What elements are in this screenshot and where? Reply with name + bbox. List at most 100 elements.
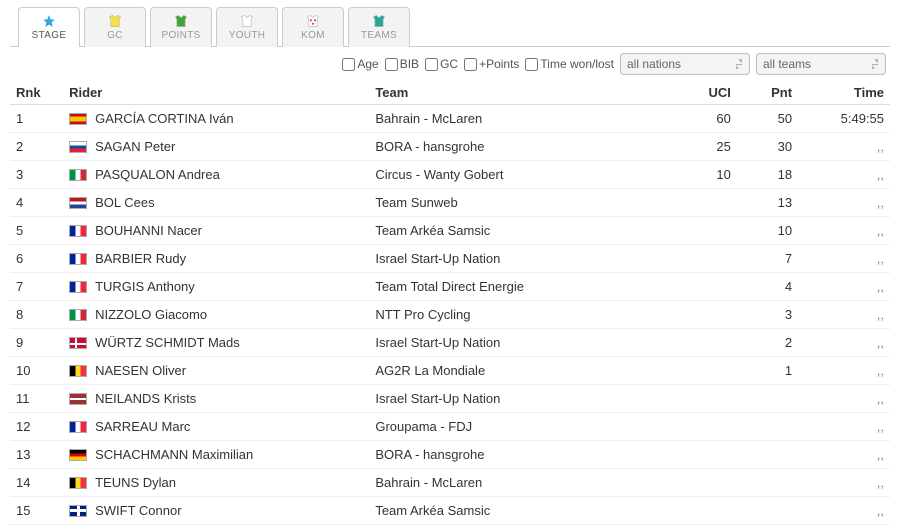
- cell-team[interactable]: Circus - Wanty Gobert: [369, 161, 675, 189]
- filter-bib-checkbox[interactable]: [385, 58, 398, 71]
- filter-age[interactable]: Age: [342, 57, 378, 71]
- rider-link[interactable]: TURGIS Anthony: [95, 279, 195, 294]
- rider-link[interactable]: SARREAU Marc: [95, 419, 190, 434]
- rider-link[interactable]: BOL Cees: [95, 195, 155, 210]
- table-row: 1GARCÍA CORTINA IvánBahrain - McLaren605…: [10, 105, 890, 133]
- rider-link[interactable]: TEUNS Dylan: [95, 475, 176, 490]
- tab-points[interactable]: POINTS: [150, 7, 212, 47]
- filter-age-checkbox[interactable]: [342, 58, 355, 71]
- cell-team[interactable]: Israel Start-Up Nation: [369, 245, 675, 273]
- teams-select[interactable]: all teams: [756, 53, 886, 75]
- cell-team[interactable]: Team Arkéa Samsic: [369, 497, 675, 525]
- tab-kom[interactable]: KOM: [282, 7, 344, 47]
- tab-label: KOM: [301, 30, 325, 41]
- cell-pnt: 2: [737, 329, 798, 357]
- cell-uci: 60: [676, 105, 737, 133]
- tab-youth[interactable]: YOUTH: [216, 7, 278, 47]
- cell-team[interactable]: Team Sunweb: [369, 189, 675, 217]
- cell-team[interactable]: AG2R La Mondiale: [369, 357, 675, 385]
- cell-team[interactable]: BORA - hansgrohe: [369, 441, 675, 469]
- filter-time-checkbox[interactable]: [525, 58, 538, 71]
- tab-gc[interactable]: GC: [84, 7, 146, 47]
- cell-uci: [676, 217, 737, 245]
- cell-rnk: 9: [10, 329, 63, 357]
- cell-rnk: 14: [10, 469, 63, 497]
- cell-time: ,,: [798, 497, 890, 525]
- rider-link[interactable]: PASQUALON Andrea: [95, 167, 220, 182]
- rider-link[interactable]: NIZZOLO Giacomo: [95, 307, 207, 322]
- rider-link[interactable]: GARCÍA CORTINA Iván: [95, 111, 233, 126]
- cell-rnk: 15: [10, 497, 63, 525]
- nations-select[interactable]: all nations: [620, 53, 750, 75]
- col-header-rider[interactable]: Rider: [63, 81, 369, 105]
- cell-team[interactable]: Bahrain - McLaren: [369, 469, 675, 497]
- filter-bib[interactable]: BIB: [385, 57, 419, 71]
- filter-time[interactable]: Time won/lost: [525, 57, 614, 71]
- cell-rider: SCHACHMANN Maximilian: [63, 441, 369, 469]
- col-header-pnt[interactable]: Pnt: [737, 81, 798, 105]
- cell-rider: BOUHANNI Nacer: [63, 217, 369, 245]
- cell-team[interactable]: Team Arkéa Samsic: [369, 217, 675, 245]
- cell-team[interactable]: Bahrain - McLaren: [369, 105, 675, 133]
- cell-team[interactable]: BORA - hansgrohe: [369, 133, 675, 161]
- cell-pnt: 13: [737, 189, 798, 217]
- cell-time: ,,: [798, 273, 890, 301]
- filter-points[interactable]: +Points: [464, 57, 519, 71]
- col-header-uci[interactable]: UCI: [676, 81, 737, 105]
- rider-link[interactable]: NAESEN Oliver: [95, 363, 186, 378]
- col-header-team[interactable]: Team: [369, 81, 675, 105]
- tab-label: GC: [107, 30, 123, 41]
- col-header-rnk[interactable]: Rnk: [10, 81, 63, 105]
- flag-icon: [69, 113, 87, 125]
- jersey-polka-icon: [304, 14, 322, 28]
- results-table: Rnk Rider Team UCI Pnt Time 1 GARCÍA CORT…: [10, 81, 890, 525]
- flag-icon: [69, 365, 87, 377]
- cell-pnt: [737, 385, 798, 413]
- cell-rnk: 10: [10, 357, 63, 385]
- table-row: 6BARBIER RudyIsrael Start-Up Nation7,,: [10, 245, 890, 273]
- filter-gc-checkbox[interactable]: [425, 58, 438, 71]
- rider-link[interactable]: SWIFT Connor: [95, 503, 181, 518]
- filter-points-checkbox[interactable]: [464, 58, 477, 71]
- cell-rnk: 6: [10, 245, 63, 273]
- rider-link[interactable]: NEILANDS Krists: [95, 391, 196, 406]
- filter-points-label: +Points: [479, 57, 519, 71]
- rider-link[interactable]: SCHACHMANN Maximilian: [95, 447, 253, 462]
- cell-uci: [676, 329, 737, 357]
- tab-teams[interactable]: TEAMS: [348, 7, 410, 47]
- tab-stage[interactable]: STAGE: [18, 7, 80, 47]
- cell-team[interactable]: Groupama - FDJ: [369, 413, 675, 441]
- table-row: 8NIZZOLO GiacomoNTT Pro Cycling3,,: [10, 301, 890, 329]
- cell-time: ,,: [798, 441, 890, 469]
- jersey-yellow-icon: [106, 14, 124, 28]
- cell-rnk: 2: [10, 133, 63, 161]
- cell-time: ,,: [798, 469, 890, 497]
- rider-link[interactable]: WÜRTZ SCHMIDT Mads: [95, 335, 240, 350]
- rider-link[interactable]: BARBIER Rudy: [95, 251, 186, 266]
- cell-pnt: 30: [737, 133, 798, 161]
- cell-pnt: 1: [737, 357, 798, 385]
- rider-link[interactable]: SAGAN Peter: [95, 139, 175, 154]
- flag-icon: [69, 253, 87, 265]
- cell-rnk: 11: [10, 385, 63, 413]
- cell-rider: NIZZOLO Giacomo: [63, 301, 369, 329]
- flag-icon: [69, 197, 87, 209]
- cell-rider: NAESEN Oliver: [63, 357, 369, 385]
- jersey-green-icon: [172, 14, 190, 28]
- rider-link[interactable]: BOUHANNI Nacer: [95, 223, 202, 238]
- col-header-time[interactable]: Time: [798, 81, 890, 105]
- tab-label: POINTS: [161, 30, 200, 41]
- cell-team[interactable]: Team Total Direct Energie: [369, 273, 675, 301]
- cell-team[interactable]: Israel Start-Up Nation: [369, 385, 675, 413]
- filter-bar: Age BIB GC +Points Time won/lost all nat…: [10, 47, 890, 81]
- cell-team[interactable]: NTT Pro Cycling: [369, 301, 675, 329]
- jersey-white-icon: [238, 14, 256, 28]
- filter-gc[interactable]: GC: [425, 57, 458, 71]
- cell-uci: [676, 357, 737, 385]
- flag-icon: [69, 281, 87, 293]
- classification-tabs: STAGE GC POINTS YOUTH KOM TEAMS: [10, 6, 890, 47]
- results-body: 1GARCÍA CORTINA IvánBahrain - McLaren605…: [10, 105, 890, 525]
- cell-uci: [676, 273, 737, 301]
- cell-rider: SWIFT Connor: [63, 497, 369, 525]
- cell-team[interactable]: Israel Start-Up Nation: [369, 329, 675, 357]
